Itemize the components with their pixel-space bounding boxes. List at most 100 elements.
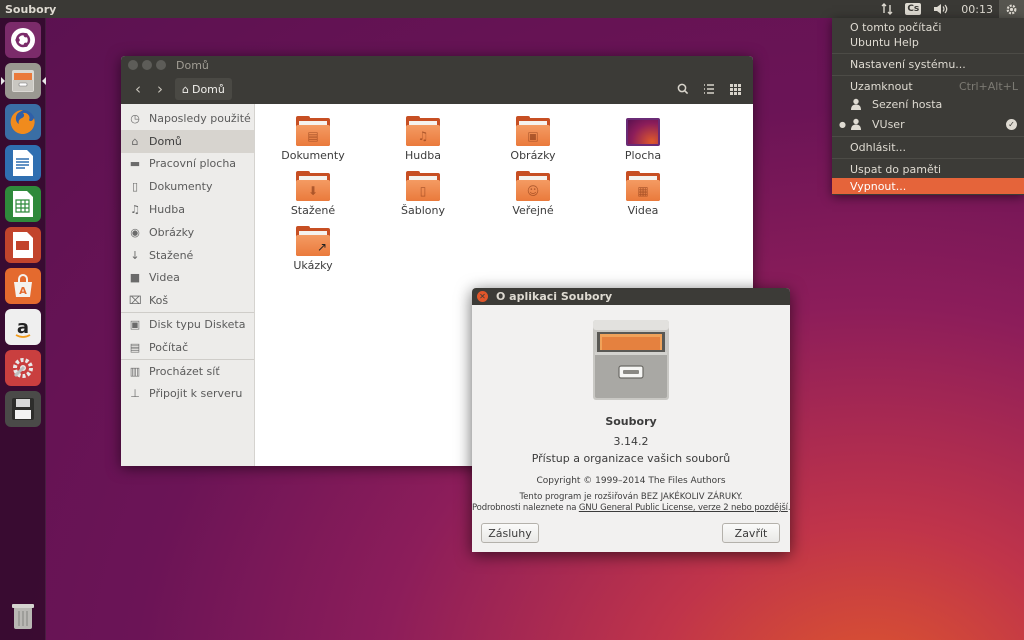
session-menu: O tomto počítači Ubuntu Help Nastavení s… <box>832 18 1024 195</box>
close-window-button[interactable] <box>128 60 138 70</box>
checkmark-icon: ✓ <box>1006 118 1017 130</box>
keyboard-layout-label: Cs <box>905 3 922 15</box>
sidebar-item-connect-server[interactable]: ⊥ Připojit k serveru <box>121 383 254 406</box>
menu-item-guest-session[interactable]: Sezení hosta <box>832 95 1024 113</box>
sidebar-item-trash[interactable]: ⌧ Koš <box>121 289 254 312</box>
forward-button[interactable]: › <box>149 78 171 100</box>
menu-item-help[interactable]: Ubuntu Help <box>832 33 1024 51</box>
dash-ubuntu-icon[interactable] <box>5 22 41 58</box>
grid-view-button[interactable] <box>723 78 747 100</box>
trash-icon[interactable] <box>5 598 41 634</box>
folder-label: Stažené <box>290 204 336 217</box>
libreoffice-calc-icon[interactable] <box>5 186 41 222</box>
folder-downloads-icon: ⬇ <box>296 171 330 201</box>
user-icon <box>850 98 862 110</box>
sidebar-item-desktop[interactable]: ▬ Pracovní plocha <box>121 153 254 176</box>
clock[interactable]: 00:13 <box>955 0 999 18</box>
trash-icon: ⌧ <box>129 294 142 308</box>
close-icon[interactable]: ✕ <box>477 291 488 302</box>
menu-item-label: Nastavení systému... <box>850 57 966 71</box>
folder-item[interactable]: ▯ Šablony <box>378 171 468 217</box>
minimize-window-button[interactable] <box>142 60 152 70</box>
files-toolbar: ‹ › ⌂ Domů <box>121 74 753 104</box>
folder-item[interactable]: ♫ Hudba <box>378 116 468 162</box>
svg-text:A: A <box>19 286 27 297</box>
firefox-icon[interactable] <box>5 104 41 140</box>
top-panel: Soubory Cs 00:13 <box>0 0 1024 18</box>
menu-item-label: VUser <box>872 117 905 131</box>
folder-item[interactable]: Plocha <box>598 118 688 162</box>
folder-icon: ▬ <box>129 157 141 171</box>
files-icon[interactable] <box>5 63 41 99</box>
folder-item[interactable]: ▦ Videa <box>598 171 688 217</box>
volume-icon[interactable] <box>927 0 955 18</box>
list-view-button[interactable] <box>697 78 721 100</box>
floppy-disk-icon[interactable] <box>5 391 41 427</box>
menu-item-logout[interactable]: Odhlásit... <box>832 138 1024 156</box>
user-icon <box>850 118 862 130</box>
session-gear-icon[interactable] <box>999 0 1024 18</box>
sidebar-item-computer[interactable]: ▤ Počítač <box>121 336 254 359</box>
sidebar-item-videos[interactable]: ■ Videa <box>121 267 254 290</box>
maximize-window-button[interactable] <box>156 60 166 70</box>
sidebar-item-floppy[interactable]: ▣ Disk typu Disketa <box>121 313 254 336</box>
menu-item-suspend[interactable]: Uspat do paměti <box>832 160 1024 178</box>
folder-label: Obrázky <box>510 149 556 162</box>
sidebar-item-downloads[interactable]: ↓ Stažené <box>121 244 254 267</box>
folder-item[interactable]: ⬇ Stažené <box>268 171 358 217</box>
active-user-bullet-icon: ● <box>839 119 846 129</box>
menu-item-system-settings[interactable]: Nastavení systému... <box>832 55 1024 73</box>
keyboard-layout-indicator[interactable]: Cs <box>899 0 927 18</box>
back-button[interactable]: ‹ <box>127 78 149 100</box>
about-version: 3.14.2 <box>613 435 649 448</box>
license-link[interactable]: GNU General Public License, verze 2 nebo… <box>579 503 788 513</box>
amazon-icon[interactable]: a <box>5 309 41 345</box>
about-dialog: ✕ O aplikaci Soubory Soubory 3.14.2 Přís… <box>472 288 790 552</box>
sidebar-item-documents[interactable]: ▯ Dokumenty <box>121 175 254 198</box>
video-icon: ■ <box>129 271 141 285</box>
lock-shortcut: Ctrl+Alt+L <box>958 79 1018 93</box>
menu-item-label: Uzamknout <box>850 79 913 93</box>
folder-label: Veřejné <box>512 204 554 217</box>
folder-item[interactable]: ↗ Ukázky <box>268 226 358 272</box>
sidebar-item-home[interactable]: ⌂ Domů <box>121 129 254 153</box>
network-indicator-icon[interactable] <box>875 0 899 18</box>
close-button[interactable]: Zavřít <box>722 523 780 543</box>
sidebar-item-label: Dokumenty <box>149 180 213 194</box>
folder-item[interactable]: ▣ Obrázky <box>488 116 578 162</box>
sidebar-item-label: Pracovní plocha <box>149 157 237 171</box>
sidebar-item-label: Koš <box>149 294 169 308</box>
menu-item-user[interactable]: ● VUser ✓ <box>832 115 1024 133</box>
files-window-title: Domů <box>176 58 209 72</box>
sidebar-item-network[interactable]: ▥ Procházet síť <box>121 360 254 383</box>
sidebar-item-label: Počítač <box>149 340 189 354</box>
credits-button[interactable]: Zásluhy <box>481 523 539 543</box>
active-app-title: Soubory <box>5 2 57 16</box>
path-home-button[interactable]: ⌂ Domů <box>175 78 232 100</box>
launcher: A a <box>0 18 46 640</box>
sidebar-item-label: Naposledy použité <box>149 111 251 125</box>
search-button[interactable] <box>671 78 695 100</box>
files-titlebar[interactable]: Domů <box>121 56 753 74</box>
libreoffice-impress-icon[interactable] <box>5 227 41 263</box>
sidebar-item-music[interactable]: ♫ Hudba <box>121 198 254 221</box>
menu-item-label: Odhlásit... <box>850 140 906 154</box>
menu-item-shutdown[interactable]: Vypnout... <box>832 178 1024 194</box>
system-settings-icon[interactable] <box>5 350 41 386</box>
about-dialog-titlebar[interactable]: ✕ O aplikaci Soubory <box>472 288 790 305</box>
computer-icon: ▤ <box>129 340 141 354</box>
sidebar-item-pictures[interactable]: ◉ Obrázky <box>121 221 254 244</box>
menu-separator <box>832 53 1024 54</box>
folder-public-icon: ☺ <box>516 171 550 201</box>
focused-indicator <box>42 77 46 85</box>
menu-separator <box>832 136 1024 137</box>
folder-item[interactable]: ☺ Veřejné <box>488 171 578 217</box>
server-icon: ⊥ <box>130 387 140 401</box>
libreoffice-writer-icon[interactable] <box>5 145 41 181</box>
sidebar-item-recent[interactable]: ◷ Naposledy použité <box>121 107 254 130</box>
software-center-icon[interactable]: A <box>5 268 41 304</box>
about-license-line2: Podrobnosti naleznete na GNU General Pub… <box>472 503 790 513</box>
folder-item[interactable]: ▤ Dokumenty <box>268 116 358 162</box>
menu-item-lock[interactable]: Uzamknout Ctrl+Alt+L <box>832 77 1024 95</box>
home-icon: ⌂ <box>131 134 139 148</box>
